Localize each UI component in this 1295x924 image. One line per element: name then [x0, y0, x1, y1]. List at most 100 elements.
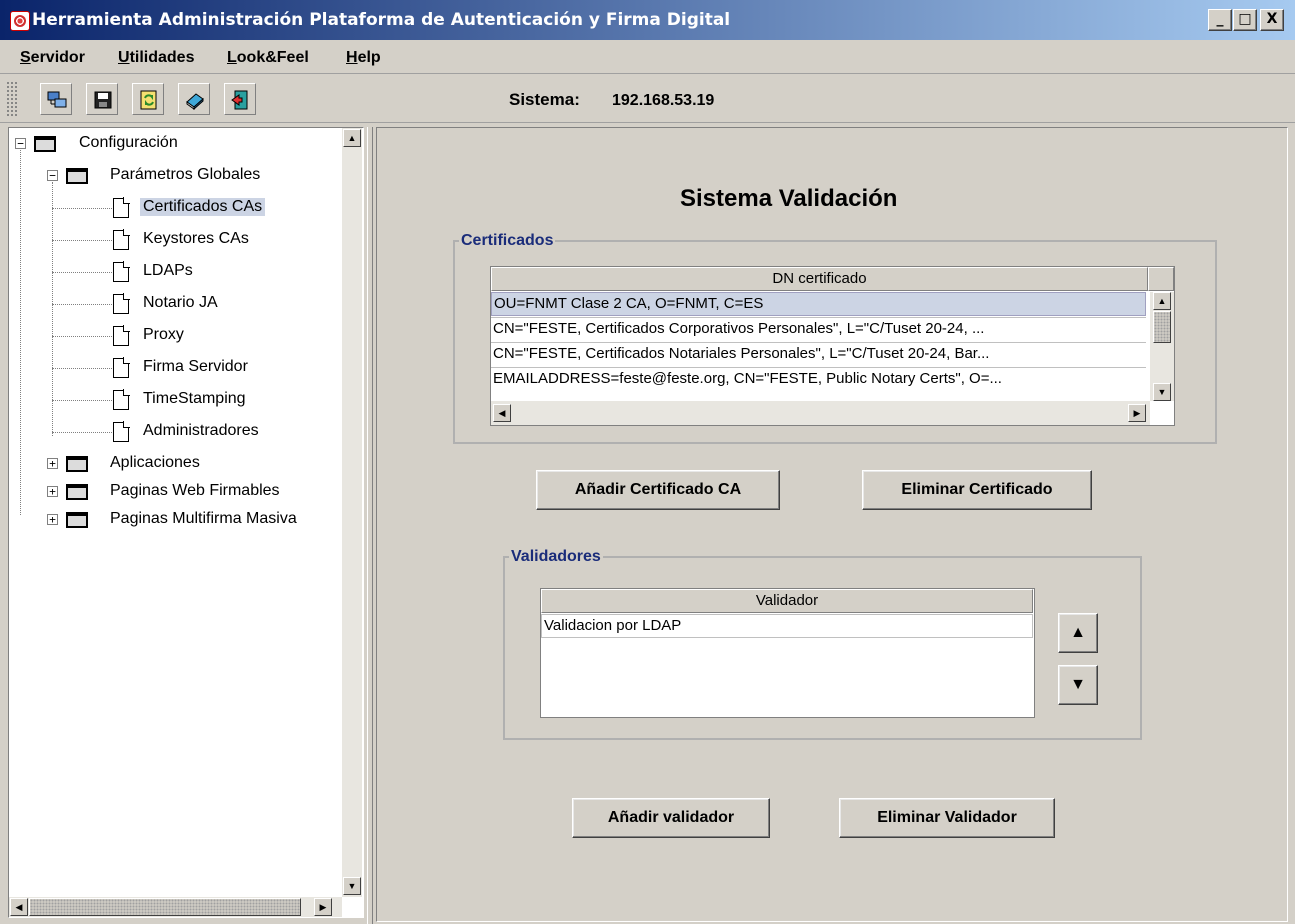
menu-utilidades[interactable]: Utilidades	[118, 49, 194, 67]
refresh-icon	[140, 90, 157, 110]
document-icon	[113, 229, 130, 250]
window-title: Herramienta Administración Plataforma de…	[32, 10, 731, 30]
document-icon	[113, 261, 130, 282]
menu-bar: Servidor Utilidades Look&Feel Help	[0, 42, 1295, 74]
tree-vertical-scrollbar[interactable]: ▲ ▼	[342, 128, 362, 897]
scroll-right-arrow-icon[interactable]: ▶	[314, 898, 332, 916]
book-button[interactable]	[178, 83, 210, 115]
table-row[interactable]: OU=FNMT Clase 2 CA, O=FNMT, C=ES	[491, 292, 1146, 316]
maximize-button[interactable]: □	[1233, 9, 1257, 31]
table-row[interactable]: CN="FESTE, Certificados Notariales Perso…	[491, 342, 1146, 366]
tree-node-firma-servidor[interactable]: Firma Servidor	[9, 354, 339, 382]
tree-label: Paginas Web Firmables	[110, 482, 280, 499]
menu-help-label: elp	[357, 49, 381, 66]
tree-node-keystores-cas[interactable]: Keystores CAs	[9, 226, 339, 254]
tree-horizontal-scrollbar[interactable]: ◀ ▶	[9, 897, 342, 917]
column-header-validador[interactable]: Validador	[541, 589, 1033, 613]
save-icon	[94, 91, 112, 109]
tree-node-certificados-cas[interactable]: Certificados CAs	[9, 194, 339, 222]
book-icon	[186, 93, 204, 110]
certificados-table[interactable]: DN certificado OU=FNMT Clase 2 CA, O=FNM…	[490, 266, 1175, 426]
tree-node-notario-ja[interactable]: Notario JA	[9, 290, 339, 318]
close-button[interactable]: X	[1260, 9, 1284, 31]
add-validator-button[interactable]: Añadir validador	[572, 798, 770, 838]
menu-help[interactable]: Help	[346, 49, 381, 67]
folder-icon	[66, 484, 88, 500]
validadores-group-title: Validadores	[509, 548, 603, 566]
collapse-icon[interactable]: −	[15, 138, 26, 149]
menu-help-mnemonic: H	[346, 49, 358, 66]
config-tree[interactable]: − Configuración − Parámetros Globales Ce…	[8, 127, 364, 918]
toolbar: Sistema: 192.168.53.19	[0, 75, 1295, 123]
tree-node-parametros-globales[interactable]: − Parámetros Globales	[9, 162, 339, 190]
menu-lookfeel-mnemonic: L	[227, 49, 237, 66]
collapse-icon[interactable]: −	[47, 170, 58, 181]
exit-button[interactable]	[224, 83, 256, 115]
title-bar: Herramienta Administración Plataforma de…	[0, 0, 1295, 40]
app-icon	[10, 11, 30, 31]
tree-node-aplicaciones[interactable]: + Aplicaciones	[9, 450, 339, 478]
scroll-up-arrow-icon[interactable]: ▲	[343, 129, 361, 147]
expand-icon[interactable]: +	[47, 514, 58, 525]
tree-label: Keystores CAs	[143, 230, 249, 247]
document-icon	[113, 357, 130, 378]
scroll-left-arrow-icon[interactable]: ◀	[493, 404, 511, 422]
certificados-vertical-scrollbar[interactable]: ▲ ▼	[1150, 292, 1174, 401]
menu-servidor-label: ervidor	[30, 49, 85, 66]
table-row[interactable]: EMAILADDRESS=feste@feste.org, CN="FESTE,…	[491, 367, 1146, 391]
scroll-left-arrow-icon[interactable]: ◀	[10, 898, 28, 916]
document-icon	[113, 421, 130, 442]
expand-icon[interactable]: +	[47, 486, 58, 497]
table-row[interactable]: CN="FESTE, Certificados Corporativos Per…	[491, 317, 1146, 341]
scroll-up-arrow-icon[interactable]: ▲	[1153, 292, 1171, 310]
folder-icon	[66, 512, 88, 528]
certificados-horizontal-scrollbar[interactable]: ◀ ▶	[491, 401, 1150, 425]
document-icon	[113, 325, 130, 346]
remove-validator-button[interactable]: Eliminar Validador	[839, 798, 1055, 838]
scroll-thumb[interactable]	[1153, 311, 1171, 343]
folder-icon	[34, 136, 56, 152]
menu-lookfeel[interactable]: Look&Feel	[227, 49, 309, 67]
scroll-right-arrow-icon[interactable]: ▶	[1128, 404, 1146, 422]
tree-label: Parámetros Globales	[110, 166, 261, 183]
minimize-button[interactable]: _	[1208, 9, 1232, 31]
tree-label: Notario JA	[143, 294, 218, 311]
tree-node-configuracion[interactable]: − Configuración	[9, 130, 339, 158]
tree-node-paginas-multifirma[interactable]: + Paginas Multifirma Masiva	[9, 506, 339, 534]
toolbar-grip[interactable]	[6, 81, 18, 117]
document-icon	[113, 389, 130, 410]
tree-node-timestamping[interactable]: TimeStamping	[9, 386, 339, 414]
table-row[interactable]: Validacion por LDAP	[541, 614, 1033, 638]
document-icon	[113, 197, 130, 218]
refresh-button[interactable]	[132, 83, 164, 115]
sistema-ip: 192.168.53.19	[612, 92, 715, 109]
tree-node-proxy[interactable]: Proxy	[9, 322, 339, 350]
validadores-table[interactable]: Validador Validacion por LDAP	[540, 588, 1035, 718]
connect-button[interactable]	[40, 83, 72, 115]
split-pane-divider[interactable]	[367, 127, 373, 924]
tree-node-administradores[interactable]: Administradores	[9, 418, 339, 446]
tree-node-paginas-web[interactable]: + Paginas Web Firmables	[9, 478, 339, 506]
tree-node-ldaps[interactable]: LDAPs	[9, 258, 339, 286]
remove-certificate-button[interactable]: Eliminar Certificado	[862, 470, 1092, 510]
scroll-down-arrow-icon[interactable]: ▼	[343, 877, 361, 895]
menu-lookfeel-label: ook&Feel	[236, 49, 309, 66]
save-button[interactable]	[86, 83, 118, 115]
scroll-down-arrow-icon[interactable]: ▼	[1153, 383, 1171, 401]
scroll-thumb[interactable]	[29, 898, 301, 916]
tree-label: Paginas Multifirma Masiva	[110, 510, 297, 527]
tree-label: Aplicaciones	[110, 454, 200, 471]
column-header-dn[interactable]: DN certificado	[491, 267, 1148, 291]
column-header-corner	[1148, 267, 1174, 291]
move-up-button[interactable]: ▲	[1058, 613, 1098, 653]
certificados-group-title: Certificados	[459, 232, 556, 250]
folder-icon	[66, 168, 88, 184]
move-down-button[interactable]: ▼	[1058, 665, 1098, 705]
add-certificate-button[interactable]: Añadir Certificado CA	[536, 470, 780, 510]
menu-utilidades-mnemonic: U	[118, 49, 130, 66]
tree-label: TimeStamping	[143, 390, 246, 407]
menu-servidor[interactable]: Servidor	[20, 49, 85, 67]
tree-label: LDAPs	[143, 262, 193, 279]
sistema-label: Sistema:	[509, 90, 580, 109]
expand-icon[interactable]: +	[47, 458, 58, 469]
